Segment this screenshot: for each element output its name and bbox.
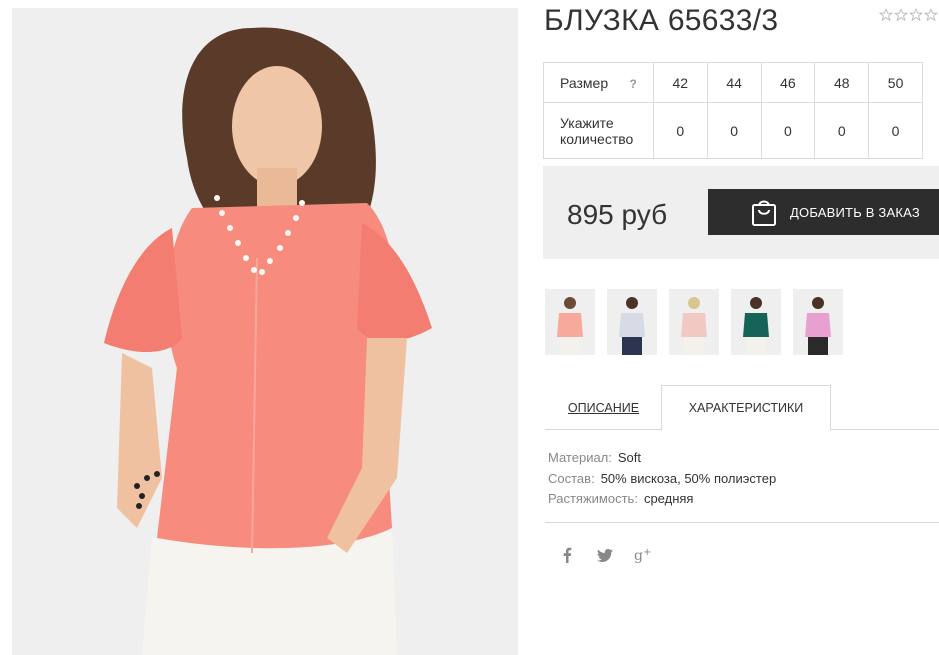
quantity-row: Укажите количество 0 0 0 0 0 <box>543 102 923 159</box>
spec-value: средняя <box>643 491 694 506</box>
star-empty-icon[interactable] <box>894 8 908 22</box>
spec-row-material: Материал: Soft <box>548 448 776 469</box>
spec-value: 50% вискоза, 50% полиэстер <box>600 470 777 486</box>
product-main-photo[interactable] <box>12 8 518 655</box>
star-empty-icon[interactable] <box>909 8 923 22</box>
shopping-bag-icon <box>752 200 776 226</box>
thumbnail-image <box>607 289 657 355</box>
size-quantity-table: Размер ? 42 44 46 48 50 Укажите количест… <box>543 62 923 159</box>
divider <box>545 522 939 523</box>
thumbnail-coral[interactable] <box>545 289 595 355</box>
size-cell: 42 <box>652 62 708 103</box>
thumbnail-image <box>669 289 719 355</box>
spec-key: Состав: <box>548 470 595 486</box>
quantity-input[interactable]: 0 <box>760 102 816 159</box>
size-help-icon[interactable]: ? <box>630 76 637 92</box>
thumbnail-image <box>731 289 781 355</box>
product-tabs: ОПИСАНИЕ ХАРАКТЕРИСТИКИ <box>545 385 939 431</box>
quantity-input[interactable]: 0 <box>814 102 870 159</box>
quantity-input[interactable]: 0 <box>868 102 923 159</box>
facebook-icon[interactable] <box>558 546 576 564</box>
product-title: БЛУЗКА 65633/3 <box>544 4 779 37</box>
quantity-label: Укажите количество <box>543 102 654 159</box>
price-value: 895 руб <box>567 199 668 230</box>
tab-characteristics[interactable]: ХАРАКТЕРИСТИКИ <box>661 385 831 431</box>
size-cell: 48 <box>814 62 870 103</box>
characteristics-list: Материал: Soft Состав: 50% вискоза, 50% по… <box>548 448 776 510</box>
color-variant-thumbnails <box>545 289 843 355</box>
thumbnail-light-pink[interactable] <box>669 289 719 355</box>
tab-description[interactable]: ОПИСАНИЕ <box>545 385 662 430</box>
svg-text:g: g <box>634 548 643 563</box>
quantity-input[interactable]: 0 <box>706 102 762 159</box>
size-cell: 44 <box>706 62 762 103</box>
size-cell: 46 <box>760 62 816 103</box>
svg-text:+: + <box>643 547 651 558</box>
thumbnail-image <box>793 289 843 355</box>
spec-key: Растяжимость: <box>548 491 638 506</box>
size-label-cell: Размер ? <box>543 62 654 103</box>
thumbnail-teal[interactable] <box>731 289 781 355</box>
add-to-order-label: ДОБАВИТЬ В ЗАКАЗ <box>790 204 920 220</box>
size-cell: 50 <box>868 62 923 103</box>
spec-key: Материал: <box>548 450 612 465</box>
spec-row-stretch: Растяжимость: средняя <box>548 489 776 510</box>
thumbnail-image <box>545 289 595 355</box>
star-empty-icon[interactable] <box>924 8 938 22</box>
model-in-coral-blouse-image <box>12 8 518 655</box>
social-share: g + <box>558 546 652 564</box>
twitter-icon[interactable] <box>596 546 614 564</box>
spec-row-composition: Состав: 50% вискоза, 50% полиэстер <box>548 469 776 490</box>
thumbnail-white[interactable] <box>607 289 657 355</box>
quantity-input[interactable]: 0 <box>652 102 708 159</box>
add-to-order-button[interactable]: ДОБАВИТЬ В ЗАКАЗ <box>708 189 939 235</box>
thumbnail-pink[interactable] <box>793 289 843 355</box>
spec-value: Soft <box>617 450 642 465</box>
price-bar: 895 руб ДОБАВИТЬ В ЗАКАЗ <box>543 166 939 259</box>
star-empty-icon[interactable] <box>879 8 893 22</box>
size-row: Размер ? 42 44 46 48 50 <box>543 62 923 103</box>
size-label: Размер <box>560 74 609 91</box>
google-plus-icon[interactable]: g + <box>634 546 652 564</box>
rating-stars[interactable] <box>879 8 938 22</box>
